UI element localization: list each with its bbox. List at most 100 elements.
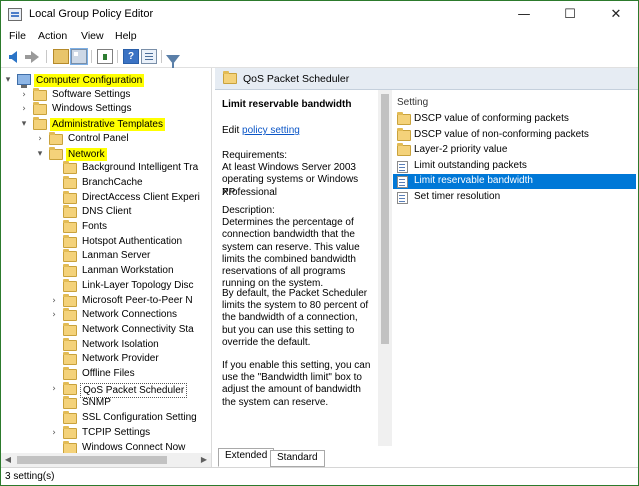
tree-item[interactable]: ▾ Network — [1, 146, 211, 162]
tree-item-label: Fonts — [82, 221, 108, 232]
description-description-line: Determines the percentage of — [222, 217, 354, 229]
menu-help[interactable]: Help — [115, 30, 137, 42]
tree-item-label: DNS Client — [82, 206, 132, 218]
expand-chevron-icon[interactable]: › — [49, 384, 59, 394]
tree-item-label: TCPIP Settings — [82, 426, 151, 438]
details-header: QoS Packet Scheduler — [215, 68, 638, 90]
expand-chevron-icon[interactable]: › — [19, 90, 29, 100]
folder-icon — [63, 161, 77, 175]
tree-item-label: SNMP — [82, 397, 111, 409]
tree-item[interactable]: Lanman Workstation — [1, 264, 211, 279]
tree-item[interactable]: Link-Layer Topology Disc — [1, 278, 211, 294]
collapse-chevron-icon[interactable]: ▾ — [35, 149, 45, 159]
tree-item-label: Network Connections — [82, 309, 178, 321]
folder-icon — [397, 143, 411, 157]
edit-policy-link[interactable]: policy setting — [242, 125, 300, 136]
expand-chevron-icon[interactable]: › — [35, 134, 45, 144]
tree-item[interactable]: Network Provider — [1, 352, 211, 367]
tree-item[interactable]: DirectAccess Client Experi — [1, 190, 211, 206]
tree-item[interactable]: Network Isolation — [1, 337, 211, 353]
description-scroll-thumb[interactable] — [381, 94, 389, 344]
tree-item-label: SSL Configuration Setting — [82, 412, 197, 424]
expand-chevron-icon — [49, 354, 59, 364]
description-requirements-line: Requirements: — [222, 150, 288, 161]
show-hide-tree-icon[interactable] — [70, 48, 88, 65]
tree-item[interactable]: SNMP — [1, 396, 211, 411]
status-text: 3 setting(s) — [5, 471, 55, 482]
tree-item[interactable]: Hotspot Authentication — [1, 234, 211, 250]
folder-icon — [63, 352, 77, 366]
description-default-line: By default, the Packet Scheduler — [222, 288, 368, 299]
tree-item-label: Network Isolation — [82, 338, 159, 350]
tree-item[interactable]: › Network Connections — [1, 308, 211, 323]
tree-item[interactable]: SSL Configuration Setting — [1, 411, 211, 426]
folder-icon — [397, 127, 411, 141]
setting-row[interactable]: Limit reservable bandwidth — [393, 174, 636, 190]
maximize-button[interactable]: ☐ — [547, 1, 593, 29]
tree-item-label: Control Panel — [68, 132, 129, 144]
properties-icon[interactable] — [141, 49, 157, 64]
menu-file[interactable]: File — [9, 30, 26, 42]
menu-action[interactable]: Action — [38, 30, 67, 42]
up-folder-icon[interactable] — [53, 49, 69, 64]
folder-icon — [49, 131, 63, 145]
minimize-button[interactable]: — — [501, 1, 547, 29]
folder-icon — [63, 425, 77, 439]
scroll-left-icon[interactable]: ◀ — [1, 453, 15, 467]
expand-chevron-icon[interactable]: › — [49, 296, 59, 306]
scroll-right-icon[interactable]: ▶ — [197, 453, 211, 467]
tree-item[interactable]: › Windows Settings — [1, 102, 211, 117]
tree-item[interactable]: BranchCache — [1, 175, 211, 191]
folder-icon — [397, 112, 411, 125]
expand-chevron-icon[interactable]: › — [49, 428, 59, 438]
forward-arrow-icon[interactable] — [25, 49, 41, 64]
collapse-chevron-icon[interactable]: ▾ — [3, 75, 13, 85]
export-list-icon[interactable] — [97, 49, 113, 64]
help-icon[interactable]: ? — [123, 49, 139, 64]
setting-row[interactable]: DSCP value of non-conforming packets — [393, 127, 636, 143]
scroll-thumb[interactable] — [17, 456, 167, 464]
expand-chevron-icon[interactable]: › — [19, 104, 29, 114]
folder-icon — [63, 411, 77, 425]
folder-icon — [63, 440, 77, 454]
tree-item[interactable]: › QoS Packet Scheduler — [1, 381, 211, 398]
tree-item[interactable]: › Control Panel — [1, 131, 211, 147]
tab-standard[interactable]: Standard — [270, 450, 325, 467]
expand-chevron-icon — [49, 369, 59, 379]
tree-item-label: Background Intelligent Tra — [82, 162, 199, 174]
tree-item[interactable]: Network Connectivity Sta — [1, 322, 211, 338]
setting-label: Limit reservable bandwidth — [414, 175, 533, 187]
setting-label: Limit outstanding packets — [414, 159, 527, 171]
tree-item[interactable]: Background Intelligent Tra — [1, 161, 211, 176]
tree-item[interactable]: › TCPIP Settings — [1, 425, 211, 441]
tab-extended[interactable]: Extended — [218, 448, 275, 467]
tree-item[interactable]: › Software Settings — [1, 87, 211, 103]
description-vertical-scrollbar[interactable] — [378, 90, 392, 446]
setting-row[interactable]: Layer-2 priority value — [393, 143, 636, 158]
extended-description-pane: Limit reservable bandwidth Edit policy s… — [215, 90, 392, 446]
setting-row[interactable]: DSCP value of conforming packets — [393, 112, 636, 127]
tree-item[interactable]: ▾ Administrative Templates — [1, 117, 211, 132]
setting-label: Set timer resolution — [414, 191, 501, 202]
tree-item[interactable]: DNS Client — [1, 205, 211, 220]
setting-row[interactable]: Set timer resolution — [393, 190, 636, 205]
expand-chevron-icon — [49, 325, 59, 335]
filter-icon[interactable] — [166, 49, 182, 68]
collapse-chevron-icon[interactable]: ▾ — [19, 119, 29, 129]
tree-item[interactable]: Fonts — [1, 220, 211, 235]
tree-item[interactable]: Offline Files — [1, 367, 211, 382]
menu-view[interactable]: View — [81, 30, 104, 42]
expand-chevron-icon[interactable]: › — [49, 310, 59, 320]
column-header-setting[interactable]: Setting — [397, 97, 428, 108]
back-arrow-icon[interactable] — [7, 49, 23, 64]
tree-horizontal-scrollbar[interactable]: ◀ ▶ — [1, 453, 211, 467]
policy-setting-icon — [397, 176, 408, 189]
tree-item-label: BranchCache — [82, 176, 143, 188]
tree-item[interactable]: Lanman Server — [1, 249, 211, 264]
tree-item[interactable]: › Microsoft Peer-to-Peer N — [1, 293, 211, 309]
setting-row[interactable]: Limit outstanding packets — [393, 159, 636, 174]
tree-item-label: Software Settings — [52, 88, 131, 100]
expand-chevron-icon — [49, 266, 59, 276]
close-button[interactable]: ✕ — [593, 1, 638, 29]
tree-item[interactable]: ▾ Computer Configuration — [1, 73, 211, 88]
